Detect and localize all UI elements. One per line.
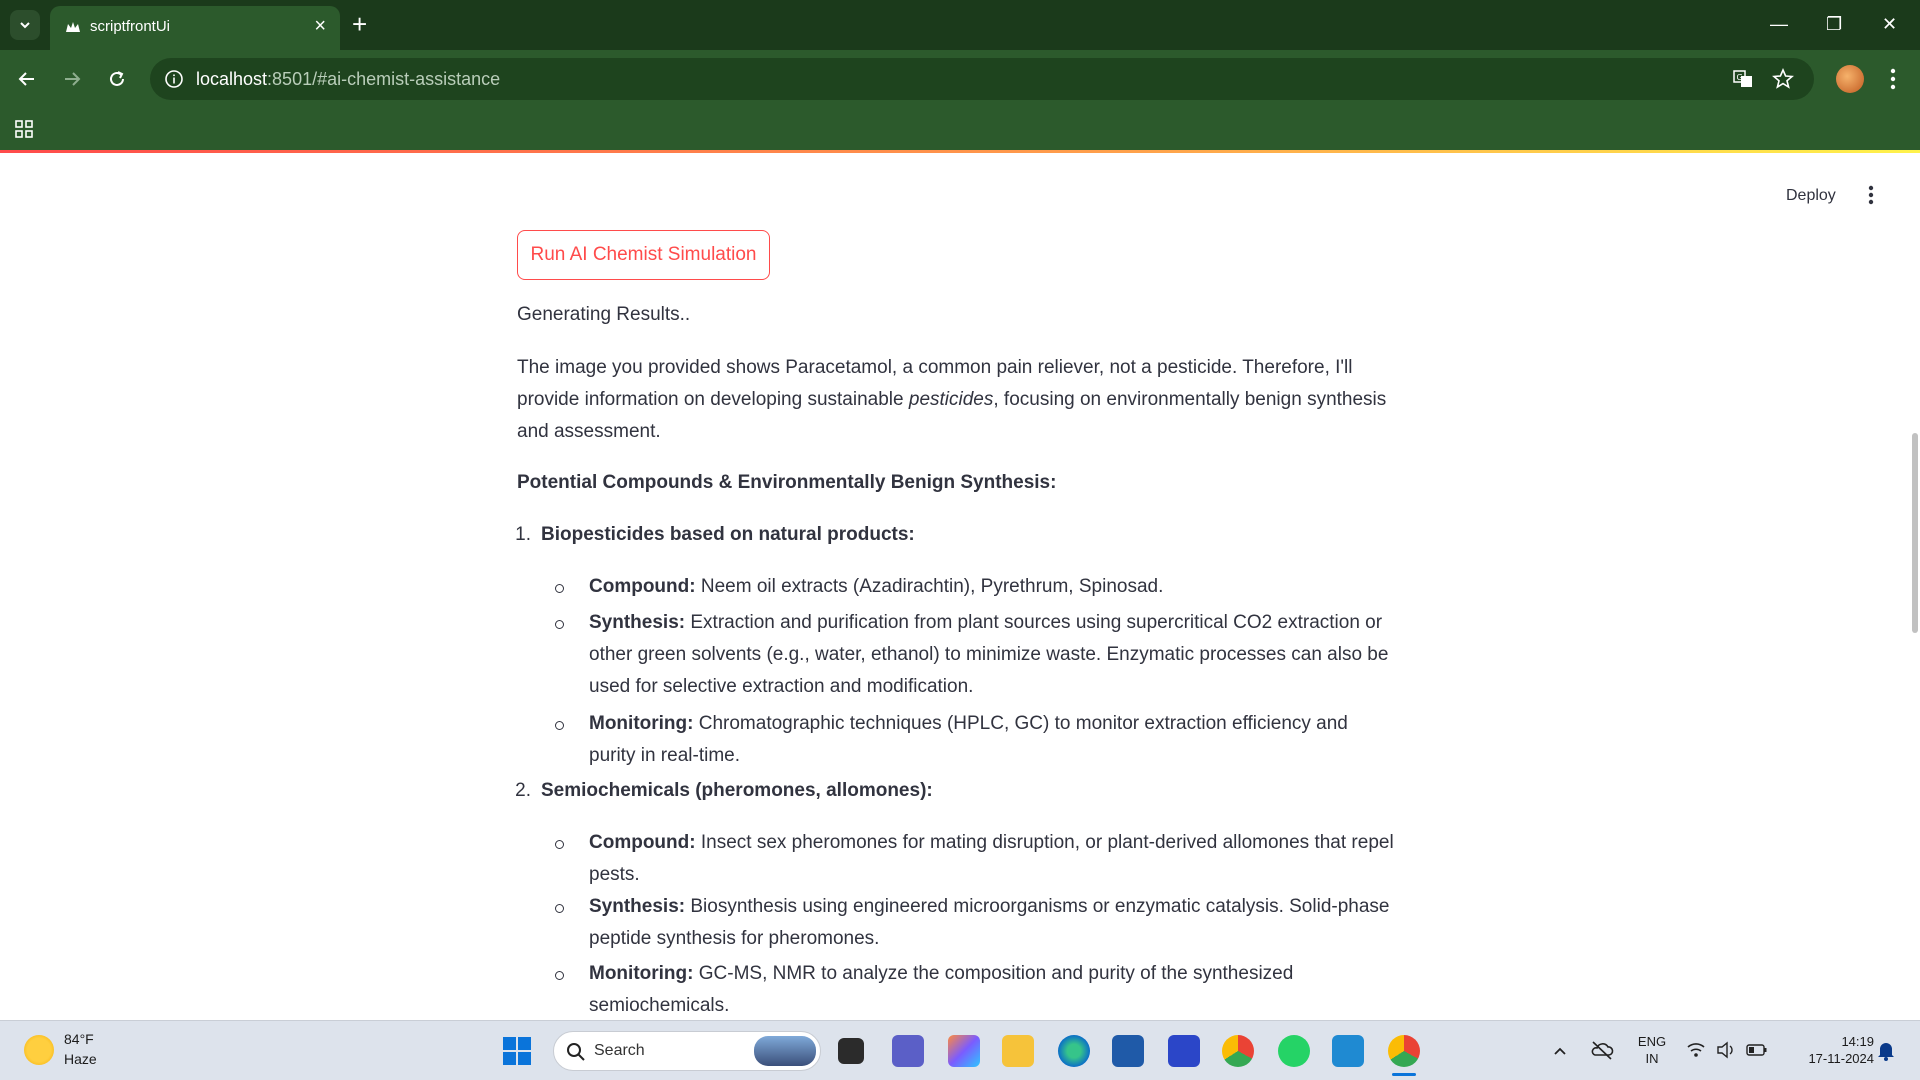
deploy-button[interactable]: Deploy xyxy=(1786,187,1836,205)
bookmarks-bar xyxy=(0,108,1920,150)
clock[interactable]: 14:19 17-11-2024 xyxy=(1780,1033,1874,1067)
tab-search-dropdown[interactable] xyxy=(10,10,40,40)
windows-taskbar: 84°F Haze Search ENG IN 14:19 17-11-2024 xyxy=(0,1020,1920,1080)
list-item: Monitoring: Chromatographic techniques (… xyxy=(555,708,1399,772)
browser-titlebar: scriptfrontUi × + — ❐ ✕ xyxy=(0,0,1920,50)
section-heading: Potential Compounds & Environmentally Be… xyxy=(517,472,1057,493)
list-item: Compound: Neem oil extracts (Azadirachti… xyxy=(555,571,1399,603)
app-menu-icon[interactable] xyxy=(1866,183,1876,207)
wifi-icon[interactable] xyxy=(1686,1041,1706,1059)
tab-close-icon[interactable]: × xyxy=(314,16,326,36)
list-item-1: 1. Biopesticides based on natural product… xyxy=(515,524,915,545)
chevron-down-icon xyxy=(20,22,30,29)
new-tab-button[interactable]: + xyxy=(352,10,367,38)
arrow-left-icon xyxy=(18,72,34,86)
intro-paragraph: The image you provided shows Paracetamol… xyxy=(517,357,1387,442)
weather-description[interactable]: Haze xyxy=(64,1051,97,1067)
back-button[interactable] xyxy=(14,66,40,92)
chevron-up-icon[interactable] xyxy=(1552,1043,1568,1059)
math-app-icon[interactable] xyxy=(1168,1035,1200,1067)
whatsapp-icon[interactable] xyxy=(1278,1035,1310,1067)
language-indicator[interactable]: ENG IN xyxy=(1634,1033,1670,1067)
weather-haze-icon[interactable] xyxy=(24,1035,54,1065)
browser-tab-active[interactable]: scriptfrontUi × xyxy=(50,6,340,50)
bookmark-star-icon[interactable] xyxy=(1772,68,1794,90)
browser-menu-icon[interactable] xyxy=(1882,67,1904,91)
chrome-profile-icon[interactable] xyxy=(1388,1035,1420,1067)
url-text[interactable]: localhost:8501/#ai-chemist-assistance xyxy=(196,69,500,90)
volume-icon[interactable] xyxy=(1716,1041,1736,1059)
forward-button[interactable] xyxy=(59,66,85,92)
microsoft-store-icon[interactable] xyxy=(1112,1035,1144,1067)
reload-button[interactable] xyxy=(104,66,130,92)
browser-toolbar: localhost:8501/#ai-chemist-assistance G xyxy=(0,50,1920,108)
weather-temperature[interactable]: 84°F xyxy=(64,1031,94,1047)
close-window-button[interactable]: ✕ xyxy=(1882,14,1897,35)
arrow-right-icon xyxy=(65,72,81,86)
list-item-2: 2. Semiochemicals (pheromones, allomones)… xyxy=(515,780,933,801)
tab-title: scriptfrontUi xyxy=(90,18,171,35)
windows-start-icon[interactable] xyxy=(502,1036,532,1066)
status-text: Generating Results.. xyxy=(517,304,691,325)
streamlit-crown-icon xyxy=(66,22,80,32)
page-scrollbar[interactable] xyxy=(1912,433,1918,633)
copilot-icon[interactable] xyxy=(948,1035,980,1067)
chrome-icon[interactable] xyxy=(1222,1035,1254,1067)
list-item: Synthesis: Extraction and purification f… xyxy=(555,607,1399,703)
list-item: Compound: Insect sex pheromones for mati… xyxy=(555,827,1399,891)
svg-text:G: G xyxy=(1737,73,1743,82)
task-view-icon[interactable] xyxy=(838,1038,864,1064)
battery-icon[interactable] xyxy=(1746,1042,1768,1058)
search-icon xyxy=(567,1043,585,1061)
site-info-icon[interactable] xyxy=(164,69,184,89)
minimize-button[interactable]: — xyxy=(1770,14,1788,35)
taskbar-search[interactable]: Search xyxy=(553,1031,821,1071)
profile-avatar[interactable] xyxy=(1836,65,1864,93)
list-item: Monitoring: GC-MS, NMR to analyze the co… xyxy=(555,958,1399,1020)
edge-browser-icon[interactable] xyxy=(1058,1035,1090,1067)
vscode-icon[interactable] xyxy=(1332,1035,1364,1067)
teams-icon[interactable] xyxy=(892,1035,924,1067)
file-explorer-icon[interactable] xyxy=(1002,1035,1034,1067)
app-page: Deploy Run AI Chemist Simulation Generat… xyxy=(0,153,1920,1020)
onedrive-offline-icon[interactable] xyxy=(1590,1039,1614,1061)
search-highlight-image xyxy=(754,1036,816,1066)
run-simulation-button[interactable]: Run AI Chemist Simulation xyxy=(517,230,770,280)
reload-icon xyxy=(110,71,124,86)
address-bar[interactable]: localhost:8501/#ai-chemist-assistance G xyxy=(150,58,1814,100)
notification-bell-icon[interactable] xyxy=(1876,1040,1896,1062)
list-item: Synthesis: Biosynthesis using engineered… xyxy=(555,891,1399,955)
translate-icon[interactable]: G xyxy=(1732,68,1754,90)
restore-button[interactable]: ❐ xyxy=(1826,14,1842,35)
active-app-indicator xyxy=(1392,1073,1416,1076)
apps-grid-icon[interactable] xyxy=(14,119,34,139)
